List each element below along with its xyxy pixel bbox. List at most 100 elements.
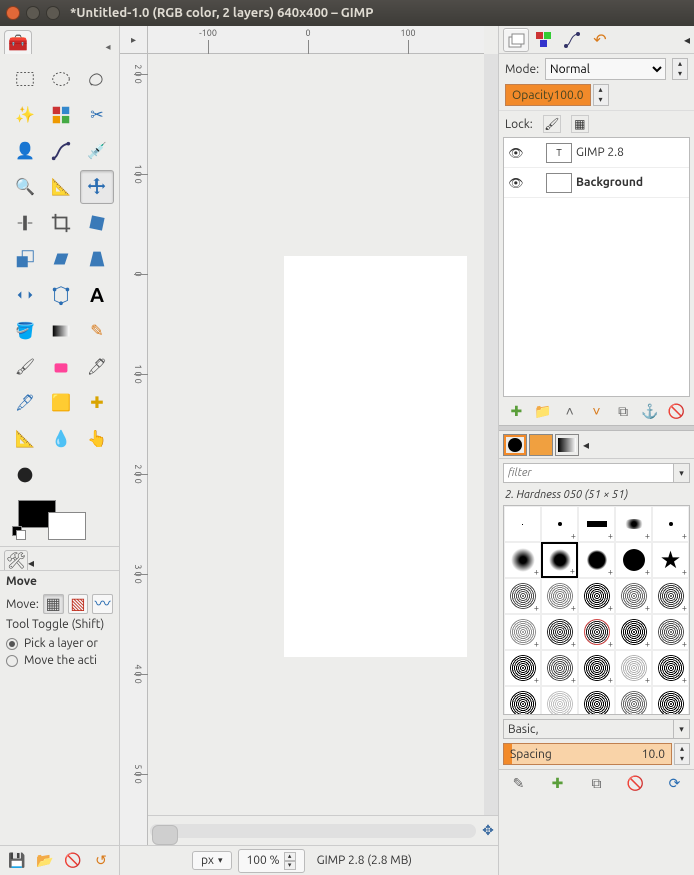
tab-undo[interactable]: ↶ (587, 28, 613, 52)
chevron-down-icon[interactable]: ▾ (674, 719, 690, 739)
tab-paths[interactable] (559, 28, 585, 52)
spacing-slider[interactable]: Spacing 10.0 (503, 743, 672, 765)
save-options-icon[interactable]: 💾 (8, 852, 26, 870)
toolbox-menu-arrow-icon[interactable]: ◂ (101, 40, 115, 54)
raise-layer-icon[interactable]: ˄ (560, 401, 580, 421)
brush-item[interactable]: + (541, 542, 578, 578)
tool-perspective[interactable] (80, 242, 114, 276)
refresh-brushes-icon[interactable]: ⟳ (665, 774, 685, 794)
brush-item[interactable]: + (578, 542, 615, 578)
delete-layer-icon[interactable]: 🚫 (667, 401, 687, 421)
brush-item[interactable]: + (578, 506, 615, 542)
brush-item[interactable]: + (541, 506, 578, 542)
brush-item[interactable]: + (615, 578, 652, 614)
tool-zoom[interactable]: 🔍 (8, 170, 42, 204)
duplicate-brush-icon[interactable]: ⧉ (587, 774, 607, 794)
radio-pick-layer[interactable]: Pick a layer or (6, 635, 113, 652)
brush-item[interactable]: ★+ (652, 542, 689, 578)
unit-selector[interactable]: px▾ (192, 851, 232, 870)
opacity-slider[interactable]: Opacity 100.0 (505, 84, 591, 106)
lock-alpha[interactable]: ▦ (571, 115, 589, 133)
layer-list[interactable]: 👁 T GIMP 2.8 👁 Background (503, 137, 690, 397)
tool-flip[interactable] (8, 278, 42, 312)
tool-by-color-select[interactable] (44, 98, 78, 132)
navigate-icon[interactable]: ✥ (478, 821, 498, 841)
layer-row[interactable]: 👁 Background (504, 168, 689, 198)
swap-default-colors[interactable] (12, 526, 24, 536)
brush-item[interactable]: + (578, 686, 615, 715)
tool-smudge[interactable]: 👆 (80, 422, 114, 456)
opacity-up[interactable]: ▴ (594, 85, 608, 95)
brush-item[interactable]: + (615, 686, 652, 715)
brushes-dock-menu-icon[interactable]: ◂ (583, 438, 589, 452)
tool-rotate[interactable] (80, 206, 114, 240)
tool-move[interactable] (80, 170, 114, 204)
brush-item[interactable]: + (652, 614, 689, 650)
brush-item[interactable]: + (652, 686, 689, 715)
move-mode-layer[interactable]: ▦ (43, 594, 64, 614)
brush-filter-dropdown[interactable]: ▾ (674, 463, 690, 483)
tool-eraser[interactable] (44, 350, 78, 384)
duplicate-layer-icon[interactable]: ⧉ (613, 401, 633, 421)
reset-options-icon[interactable]: ↺ (92, 852, 110, 870)
brush-item[interactable]: + (652, 650, 689, 686)
brush-item[interactable]: + (504, 578, 541, 614)
ruler-origin[interactable]: ▸ (120, 26, 148, 54)
window-minimize-button[interactable] (26, 6, 40, 20)
lock-pixels[interactable]: 🖌 (543, 115, 561, 133)
tool-clone[interactable]: 🟨 (44, 386, 78, 420)
brush-category[interactable]: Basic, ▾ (503, 719, 690, 739)
brush-item[interactable]: + (504, 614, 541, 650)
horizontal-ruler[interactable]: -100 0 100 (148, 26, 484, 54)
tab-gradients[interactable] (555, 434, 579, 456)
visibility-toggle[interactable]: 👁 (508, 176, 524, 190)
spacing-down[interactable]: ▾ (675, 754, 689, 764)
color-swatches[interactable] (0, 496, 119, 546)
layer-name[interactable]: GIMP 2.8 (576, 146, 624, 159)
tool-rect-select[interactable] (8, 62, 42, 96)
anchor-layer-icon[interactable]: ⚓ (640, 401, 660, 421)
tab-brushes[interactable] (503, 434, 527, 456)
tool-dodge-burn[interactable] (8, 458, 42, 492)
brush-item[interactable]: + (615, 650, 652, 686)
bg-color[interactable] (48, 512, 86, 540)
new-group-icon[interactable]: 📁 (533, 401, 553, 421)
radio-move-active[interactable]: Move the acti (6, 652, 113, 669)
tool-perspective-clone[interactable]: 📐 (8, 422, 42, 456)
brush-grid[interactable]: + + + + + + + + ★+ + + + + + + + + + + +… (503, 505, 690, 715)
canvas-image[interactable] (285, 257, 466, 656)
layer-row[interactable]: 👁 T GIMP 2.8 (504, 138, 689, 168)
tool-scissors[interactable]: ✂ (80, 98, 114, 132)
tool-ink[interactable]: 🖋 (8, 386, 42, 420)
mode-select[interactable]: Normal (545, 58, 666, 80)
zoom-down[interactable]: ▾ (284, 861, 296, 870)
tool-ellipse-select[interactable] (44, 62, 78, 96)
opacity-down[interactable]: ▾ (594, 95, 608, 105)
zoom-up[interactable]: ▴ (284, 852, 296, 861)
vertical-ruler[interactable]: 2 0 0 1 0 0 0 1 0 0 2 0 0 3 0 0 4 0 0 5 … (120, 54, 148, 845)
spacing-up[interactable]: ▴ (675, 744, 689, 754)
brush-item[interactable]: + (578, 650, 615, 686)
brush-filter-input[interactable] (503, 463, 674, 483)
move-mode-selection[interactable]: ▧ (68, 594, 89, 614)
tool-shear[interactable] (44, 242, 78, 276)
layer-thumb[interactable] (546, 173, 572, 193)
brush-item[interactable]: + (652, 578, 689, 614)
brush-item[interactable]: + (541, 686, 578, 715)
tool-cage[interactable] (44, 278, 78, 312)
brush-item[interactable]: + (578, 578, 615, 614)
brush-item[interactable]: + (541, 578, 578, 614)
brush-item[interactable]: + (615, 614, 652, 650)
brush-item[interactable] (504, 506, 541, 542)
tab-layers[interactable] (503, 28, 529, 52)
brush-item[interactable]: + (541, 650, 578, 686)
tool-text[interactable]: A (80, 278, 114, 312)
new-layer-icon[interactable]: ✚ (506, 401, 526, 421)
window-maximize-button[interactable] (46, 6, 60, 20)
brush-item[interactable]: + (504, 650, 541, 686)
brush-item[interactable]: + (615, 542, 652, 578)
tool-paths[interactable] (44, 134, 78, 168)
tool-heal[interactable]: ✚ (80, 386, 114, 420)
zoom-selector[interactable]: 100 % ▴▾ (238, 849, 305, 873)
brush-item[interactable]: + (504, 686, 541, 715)
